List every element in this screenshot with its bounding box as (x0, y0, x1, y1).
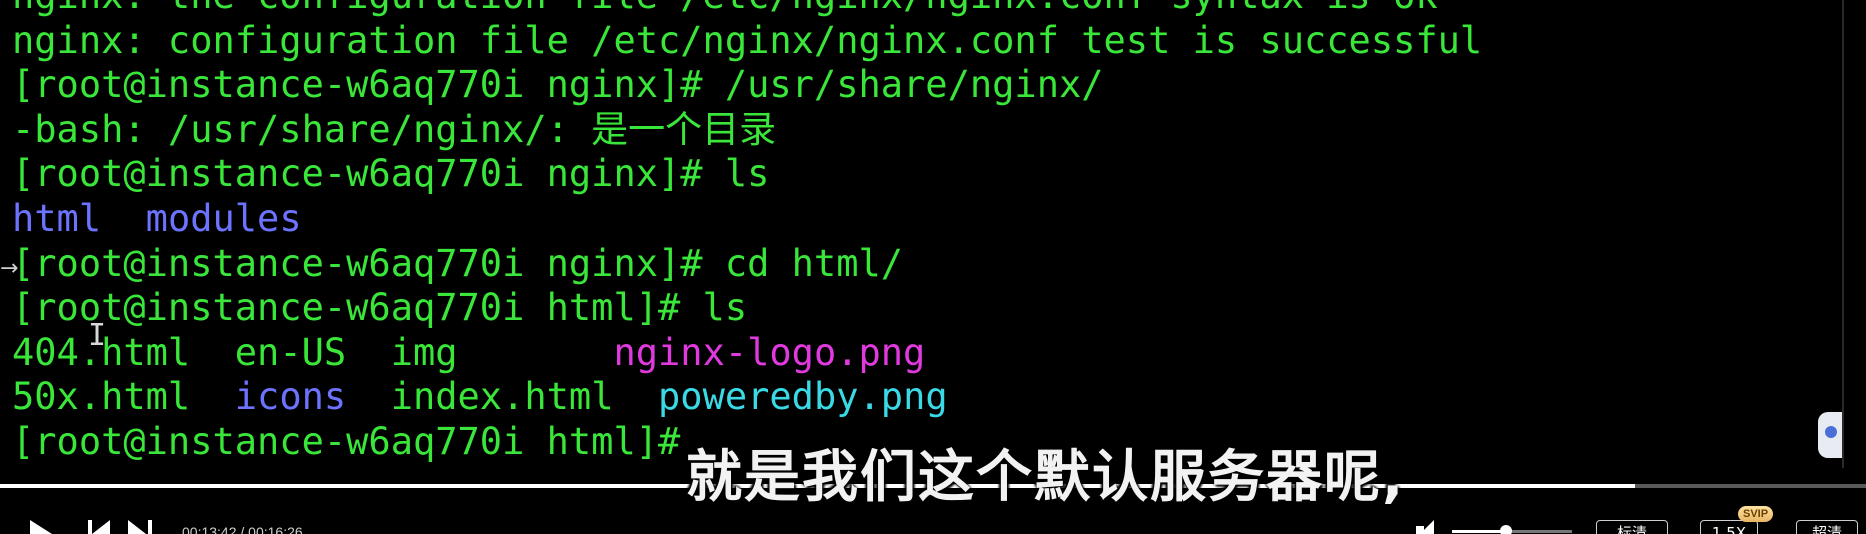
terminal-line: [root@instance-w6aq770i html]# ls (12, 286, 1482, 331)
side-panel-tab[interactable] (1818, 412, 1842, 458)
terminal-text: 404.html (12, 330, 235, 374)
terminal-line: 50x.html icons index.html poweredby.png (12, 375, 1482, 420)
prev-icon[interactable] (88, 520, 112, 534)
terminal-text: -bash: /usr/share/nginx/: 是一个目录 (12, 107, 777, 151)
time-display: 00:13:42 / 00:16:26 (182, 524, 303, 534)
terminal-text: [root@instance-w6aq770i html]# ls (12, 286, 748, 330)
terminal-text: [root@instance-w6aq770i nginx]# cd html/ (12, 241, 904, 285)
line-marker-icon: → (0, 256, 19, 281)
terminal-line: html modules (12, 197, 1482, 242)
terminal-text: [root@instance-w6aq770i nginx]# /usr/sha… (12, 63, 1104, 107)
next-icon[interactable] (128, 520, 152, 534)
terminal-text: nginx: the configuration file /etc/nginx… (12, 0, 1438, 17)
video-subtitle: 就是我们这个默认服务器呢, (686, 445, 1406, 510)
svip-badge: SVIP (1738, 506, 1774, 522)
terminal-line: nginx: configuration file /etc/nginx/ngi… (12, 19, 1482, 64)
volume-slider-knob[interactable] (1500, 525, 1512, 534)
quality-button[interactable]: 标清 (1596, 520, 1668, 534)
terminal-line: [root@instance-w6aq770i nginx]# /usr/sha… (12, 63, 1482, 108)
terminal-text: en-US (234, 330, 347, 374)
terminal-text: index.html (346, 375, 659, 419)
terminal-text: [root@instance-w6aq770i html]# (12, 419, 703, 463)
terminal-text: html (12, 196, 102, 240)
terminal-text: modules (145, 196, 302, 240)
terminal-window: nginx: the configuration file /etc/nginx… (0, 0, 1844, 468)
terminal-line: nginx: the configuration file /etc/nginx… (12, 0, 1482, 19)
hd-button[interactable]: 超清 (1796, 520, 1858, 534)
terminal-text: [root@instance-w6aq770i nginx]# ls (12, 152, 770, 196)
video-player-frame: nginx: the configuration file /etc/nginx… (0, 0, 1866, 534)
terminal-text: nginx: configuration file /etc/nginx/ngi… (12, 18, 1483, 62)
terminal-text: icons (234, 375, 347, 419)
speed-button[interactable]: 1.5X (1700, 520, 1758, 534)
terminal-text: nginx-logo.png (613, 330, 926, 374)
text-cursor-icon: I (88, 318, 107, 353)
terminal-line: [root@instance-w6aq770i nginx]# cd html/ (12, 242, 1482, 287)
volume-icon[interactable] (1416, 520, 1446, 534)
terminal-line: [root@instance-w6aq770i nginx]# ls (12, 152, 1482, 197)
play-icon[interactable] (30, 520, 52, 534)
volume-slider-fill (1452, 530, 1506, 533)
terminal-text: img (346, 330, 614, 374)
volume-slider[interactable] (1452, 525, 1572, 534)
terminal-text: poweredby.png (658, 375, 948, 419)
terminal-text: 50x.html (12, 375, 235, 419)
terminal-line: 404.html en-US img nginx-logo.png (12, 331, 1482, 376)
terminal-line: -bash: /usr/share/nginx/: 是一个目录 (12, 108, 1482, 153)
terminal-output: nginx: the configuration file /etc/nginx… (12, 0, 1482, 465)
